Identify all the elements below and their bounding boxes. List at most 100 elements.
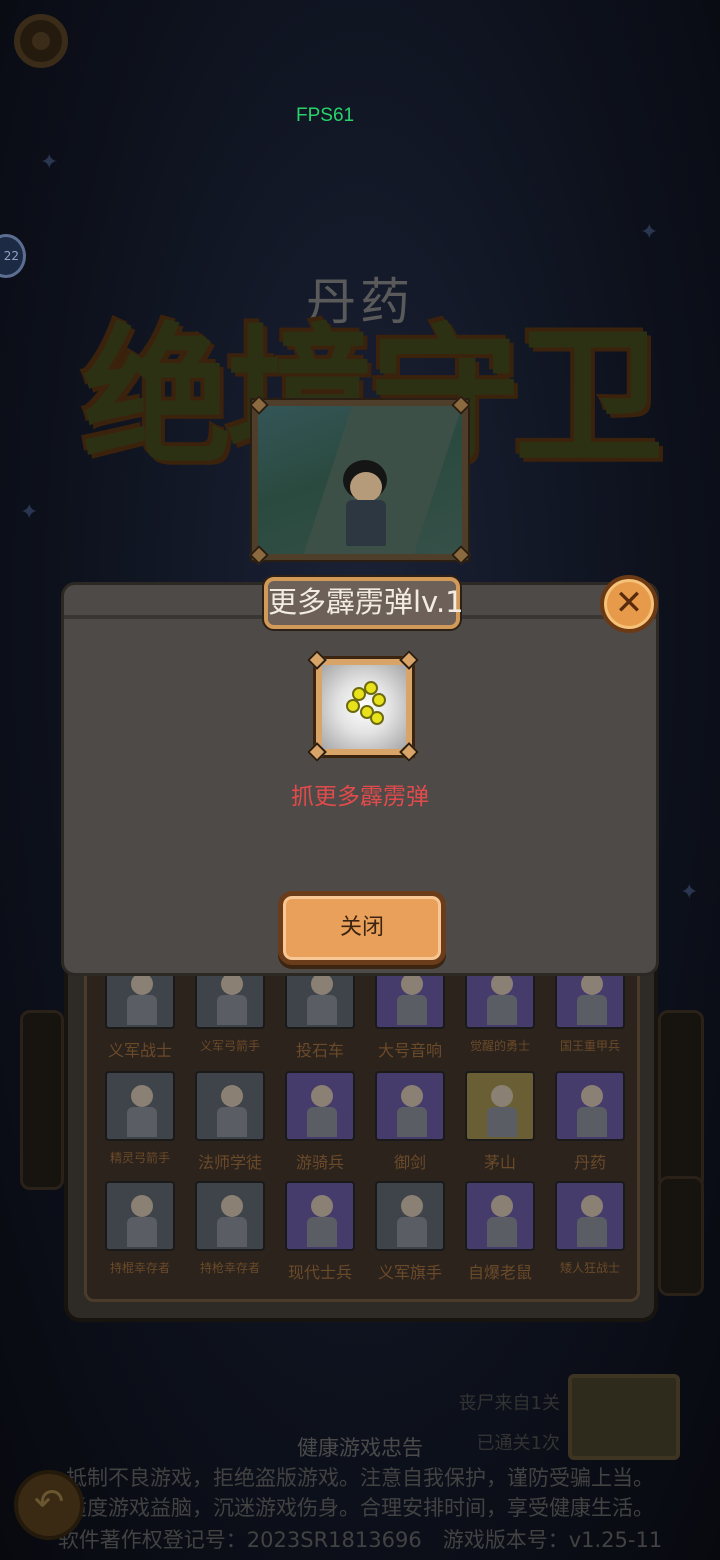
unit-name: 自爆老鼠 bbox=[467, 1263, 532, 1282]
unit-card[interactable]: 义军旗手 bbox=[375, 1181, 445, 1283]
item-description: 抓更多霹雳弹 bbox=[291, 784, 429, 810]
unit-avatar bbox=[375, 1181, 445, 1251]
unit-avatar bbox=[105, 1071, 175, 1141]
unit-name: 义军弓箭手 bbox=[199, 1039, 260, 1053]
bomb-dot bbox=[372, 693, 386, 707]
unit-avatar bbox=[195, 1181, 265, 1251]
unit-avatar bbox=[285, 1181, 355, 1251]
unit-card[interactable]: 御剑 bbox=[375, 1071, 445, 1173]
unit-name: 觉醒的勇士 bbox=[469, 1039, 530, 1053]
unit-body bbox=[487, 1107, 517, 1137]
unit-head bbox=[221, 1195, 243, 1217]
back-arrow-icon: ↶ bbox=[34, 1482, 65, 1523]
health-notice-line: 适度游戏益脑，沉迷游戏伤身。合理安排时间，享受健康生活。 bbox=[66, 1496, 654, 1520]
unit-head bbox=[131, 1085, 153, 1107]
unit-avatar bbox=[555, 1181, 625, 1251]
unit-card[interactable]: 持棍幸存者 bbox=[105, 1181, 175, 1276]
copyright-version-line: 软件著作权登记号：2023SR1813696 游戏版本号：v1.25-11 bbox=[57, 1528, 663, 1552]
unit-body bbox=[217, 1217, 247, 1247]
unit-avatar bbox=[285, 1071, 355, 1141]
dialog-title: 更多霹雳弹lv.1 bbox=[264, 577, 464, 629]
unit-avatar bbox=[555, 1071, 625, 1141]
left-side-tab[interactable] bbox=[20, 1010, 64, 1190]
unit-body bbox=[487, 995, 517, 1025]
unit-head bbox=[581, 973, 603, 995]
unit-body bbox=[127, 1107, 157, 1137]
unit-head bbox=[131, 973, 153, 995]
unit-body bbox=[577, 995, 607, 1025]
unit-head bbox=[581, 1085, 603, 1107]
unit-card[interactable]: 法师学徒 bbox=[195, 1071, 265, 1173]
right-side-tab-lower[interactable] bbox=[658, 1176, 704, 1296]
portrait-body bbox=[346, 500, 386, 546]
unit-name: 御剑 bbox=[393, 1153, 426, 1172]
unit-head bbox=[311, 973, 333, 995]
unit-name: 矮人狂战士 bbox=[559, 1261, 620, 1275]
unit-card[interactable]: 现代士兵 bbox=[285, 1181, 355, 1283]
unit-card[interactable]: 丹药 bbox=[555, 1071, 625, 1173]
upgrade-dialog: 更多霹雳弹lv.1 ✕ 抓更多霹雳弹 关闭 bbox=[61, 575, 659, 976]
unit-body bbox=[307, 995, 337, 1025]
unit-roster-panel: 义军战士 义军弓箭手 投石车 大号音响 觉醒的勇士 国王重甲兵精灵弓箭手 法师学徒 游骑兵 御剑… bbox=[64, 940, 658, 1322]
unit-body bbox=[307, 1217, 337, 1247]
unit-head bbox=[311, 1195, 333, 1217]
portrait-face bbox=[350, 472, 382, 502]
unit-head bbox=[311, 1085, 333, 1107]
unit-card[interactable]: 茅山 bbox=[465, 1071, 535, 1173]
unit-name: 法师学徒 bbox=[197, 1153, 262, 1172]
bomb-dot bbox=[370, 711, 384, 725]
unit-head bbox=[131, 1195, 153, 1217]
settings-gear-icon[interactable] bbox=[14, 14, 68, 68]
unit-name: 国王重甲兵 bbox=[559, 1039, 620, 1053]
unit-head bbox=[221, 973, 243, 995]
unit-name: 茅山 bbox=[483, 1153, 516, 1172]
unit-body bbox=[577, 1217, 607, 1247]
unit-name: 游骑兵 bbox=[295, 1153, 344, 1172]
unit-body bbox=[217, 1107, 247, 1137]
health-notice-line: 抵制不良游戏，拒绝盗版游戏。注意自我保护，谨防受骗上当。 bbox=[66, 1466, 654, 1490]
unit-name: 现代士兵 bbox=[287, 1263, 352, 1282]
unit-name: 投石车 bbox=[295, 1041, 344, 1060]
unit-head bbox=[491, 1195, 513, 1217]
unit-avatar bbox=[195, 1071, 265, 1141]
unit-card[interactable]: 矮人狂战士 bbox=[555, 1181, 625, 1276]
unit-avatar bbox=[465, 1071, 535, 1141]
unit-name: 义军战士 bbox=[107, 1041, 172, 1060]
back-button[interactable]: ↶ bbox=[14, 1470, 84, 1540]
unit-card[interactable]: 持枪幸存者 bbox=[195, 1181, 265, 1276]
unit-body bbox=[127, 995, 157, 1025]
star-decoration: ✦ bbox=[40, 150, 59, 175]
unit-card[interactable]: 自爆老鼠 bbox=[465, 1181, 535, 1283]
close-button[interactable]: 关闭 bbox=[278, 891, 446, 965]
unit-body bbox=[577, 1107, 607, 1137]
unit-head bbox=[221, 1085, 243, 1107]
unit-body bbox=[217, 995, 247, 1025]
unit-card[interactable]: 游骑兵 bbox=[285, 1071, 355, 1173]
star-decoration: ✦ bbox=[680, 880, 699, 905]
unit-name: 持枪幸存者 bbox=[199, 1261, 260, 1275]
thunder-bomb-icon bbox=[316, 659, 412, 755]
close-icon[interactable]: ✕ bbox=[600, 575, 658, 633]
unit-head bbox=[491, 1085, 513, 1107]
unit-name: 大号音响 bbox=[377, 1041, 442, 1060]
unit-head bbox=[401, 1195, 423, 1217]
unit-body bbox=[127, 1217, 157, 1247]
unit-body bbox=[397, 995, 427, 1025]
unit-name: 丹药 bbox=[573, 1153, 606, 1172]
bomb-dot bbox=[346, 699, 360, 713]
unit-head bbox=[491, 973, 513, 995]
unit-head bbox=[581, 1195, 603, 1217]
unit-name: 精灵弓箭手 bbox=[109, 1151, 170, 1165]
star-decoration: ✦ bbox=[640, 220, 659, 245]
unit-avatar bbox=[375, 1071, 445, 1141]
unit-body bbox=[487, 1217, 517, 1247]
unit-body bbox=[397, 1107, 427, 1137]
unit-body bbox=[397, 1217, 427, 1247]
stage-zombie-source: 丧尸来自1关 bbox=[458, 1393, 560, 1414]
right-side-tab[interactable] bbox=[658, 1010, 704, 1190]
unit-roster-grid: 义军战士 义军弓箭手 投石车 大号音响 觉醒的勇士 国王重甲兵精灵弓箭手 法师学徒 游骑兵 御剑… bbox=[84, 958, 640, 1302]
unit-card[interactable]: 精灵弓箭手 bbox=[105, 1071, 175, 1166]
unit-avatar bbox=[105, 1181, 175, 1251]
hero-portrait bbox=[252, 400, 468, 560]
health-notice-title: 健康游戏忠告 bbox=[297, 1436, 423, 1460]
